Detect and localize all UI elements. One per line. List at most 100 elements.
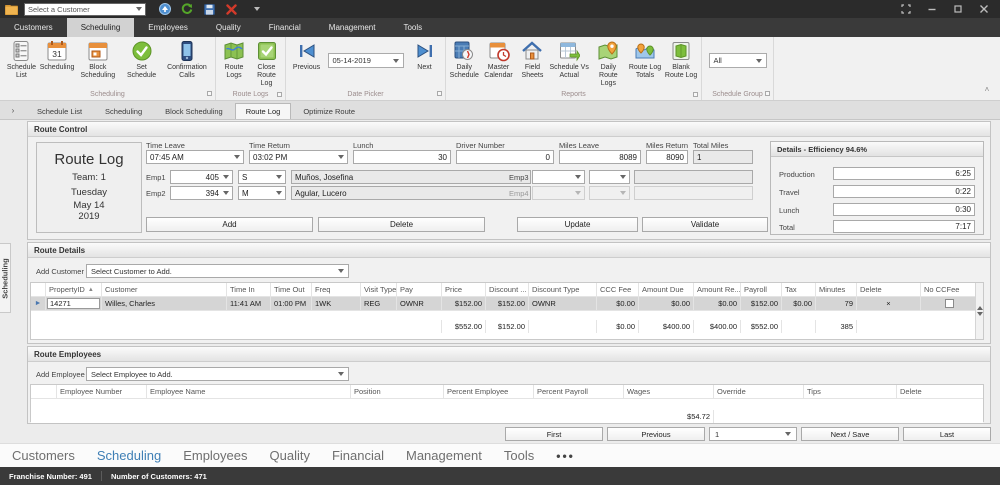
previous-date-button[interactable]: Previous (291, 39, 323, 73)
col-position[interactable]: Position (351, 385, 444, 398)
save-button[interactable] (202, 3, 216, 15)
add-button[interactable]: Add (146, 217, 313, 232)
close-record-button[interactable] (224, 3, 238, 15)
minimize-button[interactable] (926, 4, 938, 14)
menu-tab-scheduling[interactable]: Scheduling (67, 18, 135, 37)
add-customer-combo[interactable]: Select Customer to Add. (86, 264, 349, 278)
schedule-group-combo[interactable]: All (709, 53, 767, 68)
col-percent-payroll[interactable]: Percent Payroll (534, 385, 624, 398)
miles-return-input[interactable]: 8090 (646, 150, 688, 164)
dialog-launcher-icon[interactable] (277, 92, 282, 97)
close-route-log-button[interactable]: Close Route Log (250, 39, 283, 89)
bottom-tab-customers[interactable]: Customers (12, 448, 75, 463)
daily-route-logs-button[interactable]: Daily Route Logs (590, 39, 627, 89)
date-picker-combo[interactable]: 05-14-2019 (328, 53, 404, 68)
scroll-down-icon[interactable] (977, 312, 983, 316)
bottom-tab-employees[interactable]: Employees (183, 448, 247, 463)
pager-last-button[interactable]: Last (903, 427, 991, 441)
col-percent-employee[interactable]: Percent Employee (444, 385, 534, 398)
delete-button[interactable]: Delete (318, 217, 485, 232)
doc-tab-optimize-route[interactable]: Optimize Route (292, 103, 366, 119)
col-emp-delete[interactable]: Delete (897, 385, 977, 398)
col-employee-number[interactable]: Employee Number (57, 385, 147, 398)
col-customer[interactable]: Customer (102, 283, 227, 296)
side-tab-scheduling[interactable]: Scheduling (0, 243, 11, 313)
restore-button[interactable] (952, 4, 964, 14)
customer-select-combo[interactable]: Select a Customer (24, 3, 146, 16)
time-return-combo[interactable]: 03:02 PM (249, 150, 348, 164)
route-log-totals-button[interactable]: Route Log Totals (627, 39, 663, 81)
miles-leave-input[interactable]: 8089 (559, 150, 641, 164)
menu-tab-quality[interactable]: Quality (202, 18, 255, 37)
menu-tab-employees[interactable]: Employees (134, 18, 202, 37)
pager-first-button[interactable]: First (505, 427, 603, 441)
menu-tab-financial[interactable]: Financial (255, 18, 315, 37)
doc-tab-scheduling[interactable]: Scheduling (94, 103, 153, 119)
col-minutes[interactable]: Minutes (816, 283, 857, 296)
col-visit-type[interactable]: Visit Type (361, 283, 397, 296)
refresh-button[interactable] (180, 3, 194, 15)
block-scheduling-button[interactable]: Block Scheduling (73, 39, 122, 81)
set-schedule-button[interactable]: Set Schedule (122, 39, 161, 81)
pager-next-save-button[interactable]: Next / Save (801, 427, 899, 441)
dialog-launcher-icon[interactable] (765, 91, 770, 96)
route-details-data-row[interactable]: ► 14271 Willes, Charles 11:41 AM 01:00 P… (31, 297, 975, 311)
bottom-tab-quality[interactable]: Quality (270, 448, 310, 463)
menu-tab-management[interactable]: Management (315, 18, 390, 37)
doc-tab-schedule-list[interactable]: Schedule List (26, 103, 93, 119)
window-fit-button[interactable] (900, 4, 912, 14)
menu-tab-customers[interactable]: Customers (0, 18, 67, 37)
col-price[interactable]: Price (442, 283, 486, 296)
qat-overflow-button[interactable] (246, 3, 260, 15)
emp2-number-combo[interactable]: 394 (170, 186, 233, 200)
col-tips[interactable]: Tips (804, 385, 897, 398)
col-ccc-fee[interactable]: CCC Fee (597, 283, 639, 296)
master-calendar-button[interactable]: Master Calendar (481, 39, 517, 81)
add-employee-combo[interactable]: Select Employee to Add. (86, 367, 349, 381)
scroll-up-icon[interactable] (977, 306, 983, 310)
cell-propertyid[interactable]: 14271 (46, 297, 102, 310)
col-time-out[interactable]: Time Out (271, 283, 312, 296)
emp1-number-combo[interactable]: 405 (170, 170, 233, 184)
col-freq[interactable]: Freq (312, 283, 361, 296)
dialog-launcher-icon[interactable] (437, 91, 442, 96)
update-button[interactable]: Update (517, 217, 638, 232)
pager-page-combo[interactable]: 1 (709, 427, 797, 441)
col-amount-due[interactable]: Amount Due (639, 283, 694, 296)
col-amount-re[interactable]: Amount Re... (694, 283, 741, 296)
menu-tab-tools[interactable]: Tools (389, 18, 436, 37)
emp3-number-combo[interactable] (532, 170, 585, 184)
doc-tab-route-log[interactable]: Route Log (235, 103, 292, 119)
time-leave-combo[interactable]: 07:45 AM (146, 150, 244, 164)
col-delete[interactable]: Delete (857, 283, 921, 296)
col-discount[interactable]: Discount ... (486, 283, 529, 296)
col-propertyid[interactable]: PropertyID▲ (46, 283, 102, 296)
emp3-code-combo[interactable] (589, 170, 630, 184)
bottom-tab-overflow-button[interactable]: ••• (556, 449, 575, 463)
tab-scroll-arrow-icon[interactable]: › (0, 106, 26, 119)
blank-route-log-button[interactable]: Blank Route Log (663, 39, 699, 81)
dialog-launcher-icon[interactable] (693, 92, 698, 97)
col-pay[interactable]: Pay (397, 283, 442, 296)
route-logs-button[interactable]: Route Logs (218, 39, 250, 81)
col-override[interactable]: Override (714, 385, 804, 398)
col-time-in[interactable]: Time In (227, 283, 271, 296)
emp1-code-combo[interactable]: S (238, 170, 286, 184)
cell-delete[interactable]: × (857, 297, 921, 310)
col-discount-type[interactable]: Discount Type (529, 283, 597, 296)
driver-number-input[interactable]: 0 (456, 150, 554, 164)
up-circle-button[interactable] (158, 3, 172, 15)
doc-tab-block-scheduling[interactable]: Block Scheduling (154, 103, 234, 119)
close-button[interactable] (978, 4, 990, 14)
schedule-vs-actual-button[interactable]: Schedule Vs Actual (548, 39, 589, 81)
col-payroll[interactable]: Payroll (741, 283, 782, 296)
bottom-tab-management[interactable]: Management (406, 448, 482, 463)
field-sheets-button[interactable]: Field Sheets (516, 39, 548, 81)
col-employee-name[interactable]: Employee Name (147, 385, 351, 398)
col-wages[interactable]: Wages (624, 385, 714, 398)
bottom-tab-financial[interactable]: Financial (332, 448, 384, 463)
bottom-tab-scheduling[interactable]: Scheduling (97, 448, 161, 463)
bottom-tab-tools[interactable]: Tools (504, 448, 534, 463)
col-no-ccfee[interactable]: No CCFee (921, 283, 975, 296)
col-tax[interactable]: Tax (782, 283, 816, 296)
